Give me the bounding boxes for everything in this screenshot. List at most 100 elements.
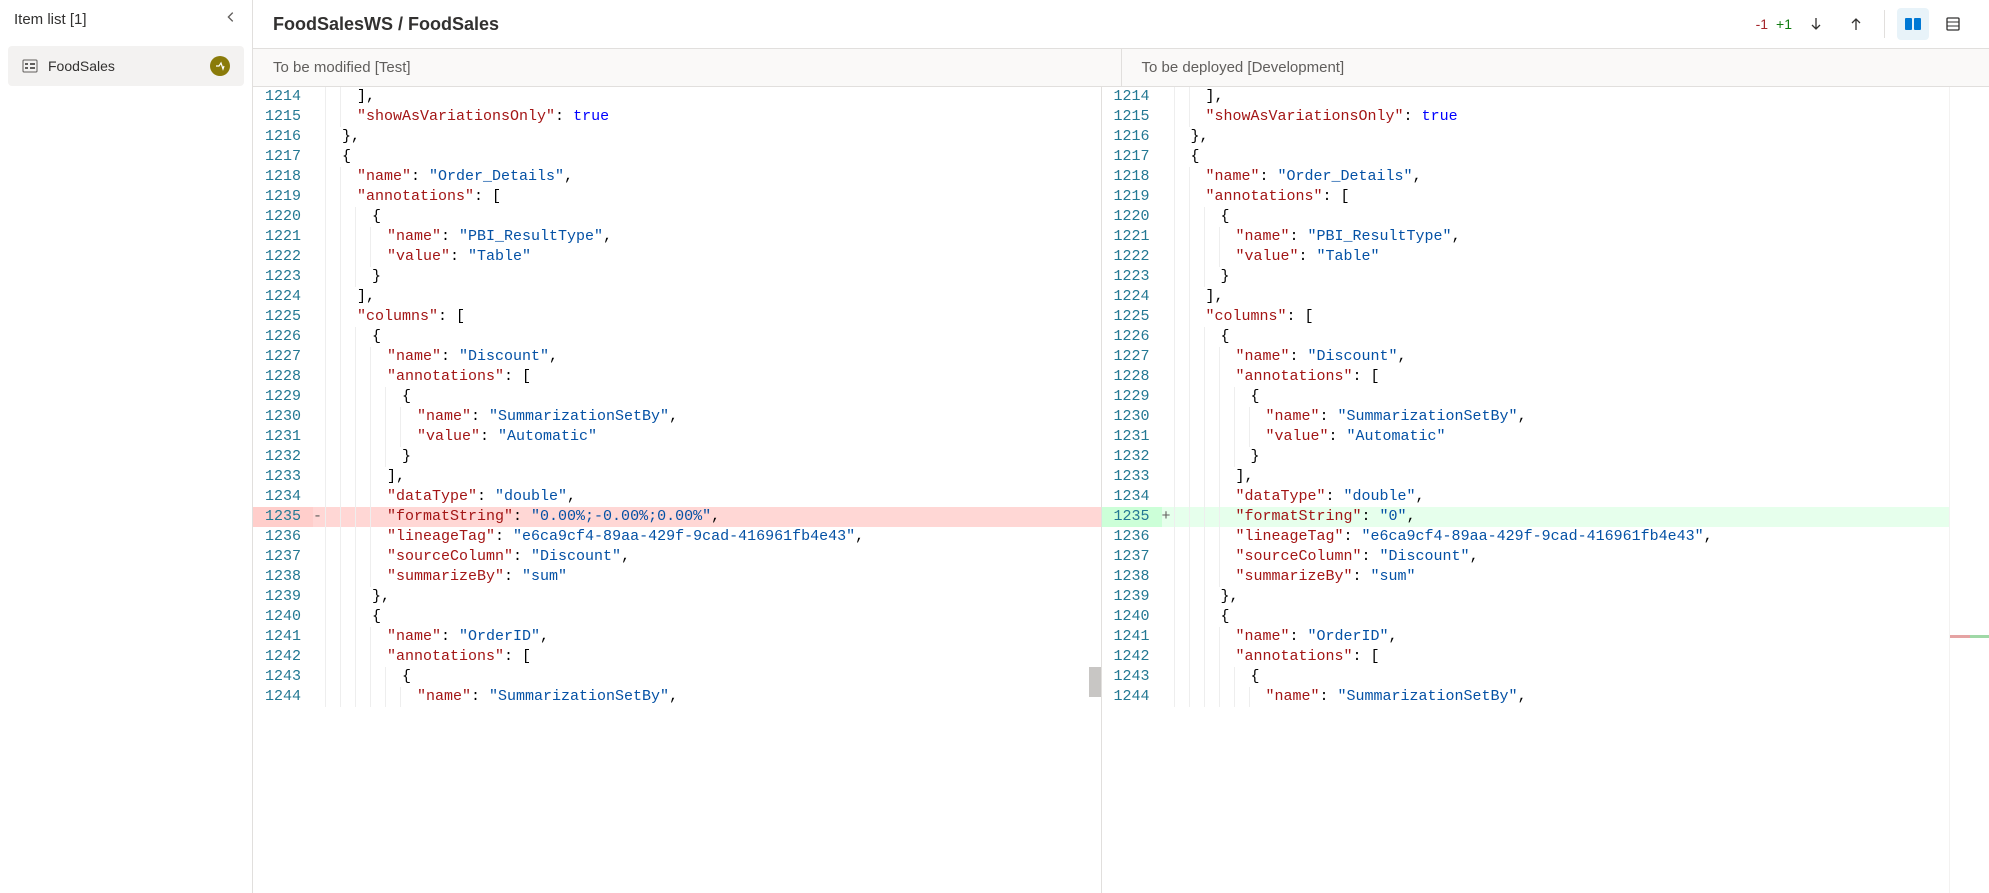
code-content: "name": "PBI_ResultType",: [1234, 227, 1950, 247]
code-line[interactable]: 1241 "name": "OrderID",: [253, 627, 1101, 647]
code-line[interactable]: 1232 }: [253, 447, 1101, 467]
diff-marker: [1162, 207, 1174, 227]
code-line[interactable]: 1215 "showAsVariationsOnly": true: [253, 107, 1101, 127]
code-line[interactable]: 1231 "value": "Automatic": [1102, 427, 1950, 447]
topbar: FoodSalesWS / FoodSales -1 +1: [253, 0, 1989, 49]
diff-marker: [1162, 87, 1174, 107]
line-number: 1235: [1102, 507, 1162, 527]
next-diff-button[interactable]: [1800, 8, 1832, 40]
code-line[interactable]: 1221 "name": "PBI_ResultType",: [253, 227, 1101, 247]
line-number: 1228: [253, 367, 313, 387]
diff-marker: [1162, 687, 1174, 707]
prev-diff-button[interactable]: [1840, 8, 1872, 40]
line-number: 1241: [253, 627, 313, 647]
side-by-side-view-button[interactable]: [1897, 8, 1929, 40]
code-line[interactable]: 1240 {: [253, 607, 1101, 627]
code-content: "name": "OrderID",: [385, 627, 1101, 647]
code-line[interactable]: 1223 }: [1102, 267, 1950, 287]
code-line[interactable]: 1220 {: [1102, 207, 1950, 227]
code-line[interactable]: 1228 "annotations": [: [1102, 367, 1950, 387]
diff-marker: [313, 607, 325, 627]
code-content: "formatString": "0.00%;-0.00%;0.00%",: [385, 507, 1101, 527]
code-line[interactable]: 1242 "annotations": [: [253, 647, 1101, 667]
code-line[interactable]: 1237 "sourceColumn": "Discount",: [1102, 547, 1950, 567]
collapse-sidebar-icon[interactable]: [224, 10, 238, 28]
diff-marker: [313, 167, 325, 187]
code-line[interactable]: 1234 "dataType": "double",: [253, 487, 1101, 507]
code-line[interactable]: 1219 "annotations": [: [1102, 187, 1950, 207]
code-line[interactable]: 1222 "value": "Table": [253, 247, 1101, 267]
code-line[interactable]: 1222 "value": "Table": [1102, 247, 1950, 267]
right-code-pane[interactable]: 1214 ],1215 "showAsVariationsOnly": true…: [1102, 87, 1950, 893]
code-line[interactable]: 1230 "name": "SummarizationSetBy",: [253, 407, 1101, 427]
code-line[interactable]: 1220 {: [253, 207, 1101, 227]
code-line[interactable]: 1217 {: [1102, 147, 1950, 167]
code-line[interactable]: 1234 "dataType": "double",: [1102, 487, 1950, 507]
line-number: 1236: [253, 527, 313, 547]
code-line[interactable]: 1215 "showAsVariationsOnly": true: [1102, 107, 1950, 127]
code-line[interactable]: 1229 {: [1102, 387, 1950, 407]
code-line[interactable]: 1218 "name": "Order_Details",: [253, 167, 1101, 187]
code-content: "value": "Table": [1234, 247, 1950, 267]
code-line[interactable]: 1228 "annotations": [: [253, 367, 1101, 387]
line-number: 1223: [253, 267, 313, 287]
code-line[interactable]: 1224 ],: [1102, 287, 1950, 307]
code-line[interactable]: 1233 ],: [253, 467, 1101, 487]
code-line[interactable]: 1239 },: [1102, 587, 1950, 607]
diff-marker: [1162, 287, 1174, 307]
code-line[interactable]: 1225 "columns": [: [1102, 307, 1950, 327]
code-line[interactable]: 1241 "name": "OrderID",: [1102, 627, 1950, 647]
code-line[interactable]: 1224 ],: [253, 287, 1101, 307]
code-line[interactable]: 1223 }: [253, 267, 1101, 287]
diff-marker: [313, 547, 325, 567]
diff-minimap[interactable]: [1949, 87, 1989, 893]
code-line[interactable]: 1216 },: [253, 127, 1101, 147]
code-line[interactable]: 1218 "name": "Order_Details",: [1102, 167, 1950, 187]
code-line[interactable]: 1236 "lineageTag": "e6ca9cf4-89aa-429f-9…: [1102, 527, 1950, 547]
code-line[interactable]: 1243 {: [1102, 667, 1950, 687]
left-code-pane[interactable]: 1214 ],1215 "showAsVariationsOnly": true…: [253, 87, 1102, 893]
code-line[interactable]: 1227 "name": "Discount",: [253, 347, 1101, 367]
code-line[interactable]: 1232 }: [1102, 447, 1950, 467]
code-line[interactable]: 1244 "name": "SummarizationSetBy",: [253, 687, 1101, 707]
right-pane-header: To be deployed [Development]: [1122, 49, 1989, 86]
code-line[interactable]: 1239 },: [253, 587, 1101, 607]
code-line[interactable]: 1236 "lineageTag": "e6ca9cf4-89aa-429f-9…: [253, 527, 1101, 547]
code-line[interactable]: 1244 "name": "SummarizationSetBy",: [1102, 687, 1950, 707]
diff-marker: [1162, 307, 1174, 327]
code-line[interactable]: 1235+"formatString": "0",: [1102, 507, 1950, 527]
code-content: },: [340, 127, 1101, 147]
code-line[interactable]: 1237 "sourceColumn": "Discount",: [253, 547, 1101, 567]
sidebar-item-foodsales[interactable]: FoodSales: [8, 46, 244, 86]
code-line[interactable]: 1243 {: [253, 667, 1101, 687]
code-line[interactable]: 1225 "columns": [: [253, 307, 1101, 327]
code-line[interactable]: 1214 ],: [253, 87, 1101, 107]
code-line[interactable]: 1230 "name": "SummarizationSetBy",: [1102, 407, 1950, 427]
code-line[interactable]: 1238 "summarizeBy": "sum": [1102, 567, 1950, 587]
code-line[interactable]: 1226 {: [253, 327, 1101, 347]
code-line[interactable]: 1217 {: [253, 147, 1101, 167]
code-line[interactable]: 1226 {: [1102, 327, 1950, 347]
diff-marker: [1162, 427, 1174, 447]
diff-marker: [313, 187, 325, 207]
scrollbar-thumb[interactable]: [1089, 667, 1101, 697]
code-content: {: [400, 667, 1101, 687]
code-line[interactable]: 1229 {: [253, 387, 1101, 407]
code-line[interactable]: 1216 },: [1102, 127, 1950, 147]
code-line[interactable]: 1214 ],: [1102, 87, 1950, 107]
code-line[interactable]: 1221 "name": "PBI_ResultType",: [1102, 227, 1950, 247]
line-number: 1244: [253, 687, 313, 707]
code-line[interactable]: 1227 "name": "Discount",: [1102, 347, 1950, 367]
diff-viewer[interactable]: 1214 ],1215 "showAsVariationsOnly": true…: [253, 87, 1989, 893]
diff-marker: [1162, 347, 1174, 367]
code-content: {: [1219, 327, 1950, 347]
code-line[interactable]: 1238 "summarizeBy": "sum": [253, 567, 1101, 587]
code-line[interactable]: 1240 {: [1102, 607, 1950, 627]
code-line[interactable]: 1242 "annotations": [: [1102, 647, 1950, 667]
code-line[interactable]: 1231 "value": "Automatic": [253, 427, 1101, 447]
code-line[interactable]: 1235-"formatString": "0.00%;-0.00%;0.00%…: [253, 507, 1101, 527]
inline-view-button[interactable]: [1937, 8, 1969, 40]
code-line[interactable]: 1219 "annotations": [: [253, 187, 1101, 207]
code-content: ],: [1234, 467, 1950, 487]
code-line[interactable]: 1233 ],: [1102, 467, 1950, 487]
